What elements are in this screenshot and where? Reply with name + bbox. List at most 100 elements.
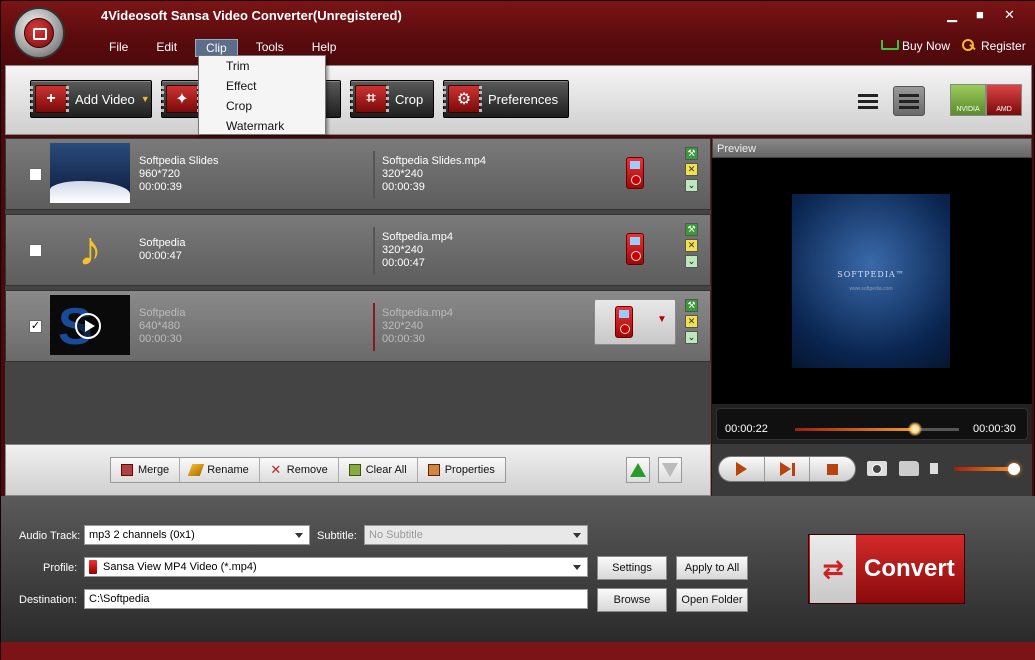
file-row[interactable]: ✓ S Softpedia 640*480 00:00:30 Softpedia… [5, 290, 711, 362]
status-bar [1, 642, 1035, 660]
key-icon [962, 39, 976, 53]
merge-button[interactable]: Merge [111, 458, 181, 482]
wrench-icon[interactable]: ⚒ [685, 147, 698, 160]
preview-url: www.softpedia.com [849, 286, 893, 292]
remove-label: Remove [286, 464, 328, 476]
file-row[interactable]: Softpedia Slides 960*720 00:00:39 Softpe… [5, 138, 711, 210]
delete-icon[interactable]: ✕ [685, 315, 698, 328]
maximize-button[interactable]: ■ [976, 7, 984, 22]
remove-icon: ✕ [270, 462, 282, 477]
apply-to-all-button[interactable]: Apply to All [676, 556, 748, 580]
row-actions: ⚒ ✕ ⌄ [685, 147, 698, 192]
open-folder-button[interactable]: Open Folder [676, 588, 748, 612]
preview-pane: SOFTPEDIA™ www.softpedia.com [712, 158, 1032, 404]
play-button[interactable] [719, 457, 765, 481]
sansa-device-icon[interactable] [626, 233, 644, 265]
column-divider [373, 151, 375, 199]
file-row[interactable]: ♪ Softpedia 00:00:47 Softpedia.mp4 320*2… [5, 214, 711, 286]
cart-icon [881, 40, 899, 52]
buy-now-link[interactable]: Buy Now [881, 39, 950, 53]
preferences-button[interactable]: ⚙ Preferences [443, 80, 569, 118]
wrench-icon[interactable]: ⚒ [685, 299, 698, 312]
convert-button[interactable]: ⇄ Convert [808, 534, 965, 604]
column-divider [373, 303, 375, 351]
column-divider [373, 227, 375, 275]
list-view-button[interactable] [852, 86, 884, 116]
seek-container: 00:00:22 00:00:30 [716, 408, 1028, 440]
output-info: Softpedia Slides.mp4 320*240 00:00:39 [382, 155, 486, 193]
amd-badge: AMD [986, 84, 1022, 116]
move-down-button[interactable] [658, 457, 682, 483]
audio-track-label: Audio Track: [19, 530, 81, 542]
remove-button[interactable]: ✕ Remove [260, 458, 339, 482]
device-icon [89, 560, 97, 574]
next-frame-button[interactable] [765, 457, 811, 481]
arrow-up-icon [630, 463, 646, 477]
detail-view-button[interactable] [893, 86, 925, 116]
browse-button[interactable]: Browse [597, 588, 667, 612]
menu-item-trim[interactable]: Trim [199, 56, 325, 76]
title-bar: 4Videosoft Sansa Video Converter(Unregis… [1, 1, 1035, 65]
music-note-icon: ♪ [78, 222, 102, 276]
convert-icon: ⇄ [810, 535, 856, 603]
sansa-device-icon[interactable] [626, 157, 644, 189]
file-checkbox[interactable]: ✓ [29, 320, 42, 333]
volume-handle[interactable] [1008, 463, 1020, 475]
stop-button[interactable] [810, 457, 855, 481]
source-info: Softpedia 640*480 00:00:30 [139, 307, 186, 345]
add-video-label: Add Video [75, 91, 135, 107]
file-checkbox[interactable] [29, 168, 42, 181]
minimize-button[interactable]: ▁ [947, 7, 957, 23]
add-video-button[interactable]: + Add Video ▼ [30, 80, 152, 118]
crop-button[interactable]: ⌗ Crop [350, 80, 434, 118]
profile-label: Profile: [43, 562, 78, 574]
expand-icon[interactable]: ⌄ [685, 331, 698, 344]
rename-button[interactable]: Rename [180, 458, 260, 482]
seek-handle[interactable] [907, 422, 922, 436]
clear-icon [348, 464, 361, 476]
delete-icon[interactable]: ✕ [685, 239, 698, 252]
step-icon [779, 462, 791, 476]
subtitle-value: No Subtitle [369, 529, 423, 541]
move-up-button[interactable] [626, 457, 650, 483]
play-icon[interactable] [75, 313, 101, 339]
wrench-icon[interactable]: ⚒ [685, 223, 698, 236]
effect-icon: ✦ [161, 85, 200, 113]
register-link[interactable]: Register [962, 39, 1026, 53]
menu-item-effect[interactable]: Effect [199, 76, 325, 96]
delete-icon[interactable]: ✕ [685, 163, 698, 176]
chevron-down-icon: ▼ [657, 314, 667, 325]
audio-track-select[interactable]: mp3 2 channels (0x1) [84, 525, 310, 545]
file-checkbox[interactable] [29, 244, 42, 257]
menu-file[interactable]: File [99, 39, 138, 57]
close-button[interactable]: ✕ [1004, 7, 1015, 23]
settings-button[interactable]: Settings [597, 556, 667, 580]
menu-edit[interactable]: Edit [146, 39, 187, 57]
clear-all-button[interactable]: Clear All [339, 458, 418, 482]
video-thumbnail: S [50, 295, 130, 356]
expand-icon[interactable]: ⌄ [685, 255, 698, 268]
camera-icon[interactable] [867, 461, 887, 476]
expand-icon[interactable]: ⌄ [685, 179, 698, 192]
output-info: Softpedia.mp4 320*240 00:00:47 [382, 231, 453, 269]
row-actions: ⚒ ✕ ⌄ [685, 299, 698, 344]
seek-slider[interactable] [795, 428, 959, 431]
profile-value: Sansa View MP4 Video (*.mp4) [103, 561, 257, 573]
profile-select[interactable]: Sansa View MP4 Video (*.mp4) [84, 557, 588, 577]
properties-button[interactable]: Properties [418, 458, 505, 482]
speaker-icon[interactable] [930, 463, 938, 474]
convert-label: Convert [864, 555, 955, 582]
volume-slider[interactable] [954, 467, 1016, 471]
add-icon: + [30, 85, 69, 113]
menu-item-crop[interactable]: Crop [199, 96, 325, 116]
gear-icon: ⚙ [443, 85, 482, 113]
profile-selector[interactable]: ▼ [594, 299, 676, 345]
crop-label: Crop [395, 91, 424, 107]
chevron-down-icon [573, 533, 581, 538]
preview-brand: SOFTPEDIA™ [837, 270, 905, 279]
folder-icon[interactable] [899, 461, 919, 476]
menu-item-watermark[interactable]: Watermark [199, 116, 325, 136]
destination-input[interactable]: C:\Softpedia [84, 589, 588, 609]
subtitle-select[interactable]: No Subtitle [364, 525, 588, 545]
list-action-bar: Merge Rename ✕ Remove Clear All Properti… [5, 444, 711, 496]
